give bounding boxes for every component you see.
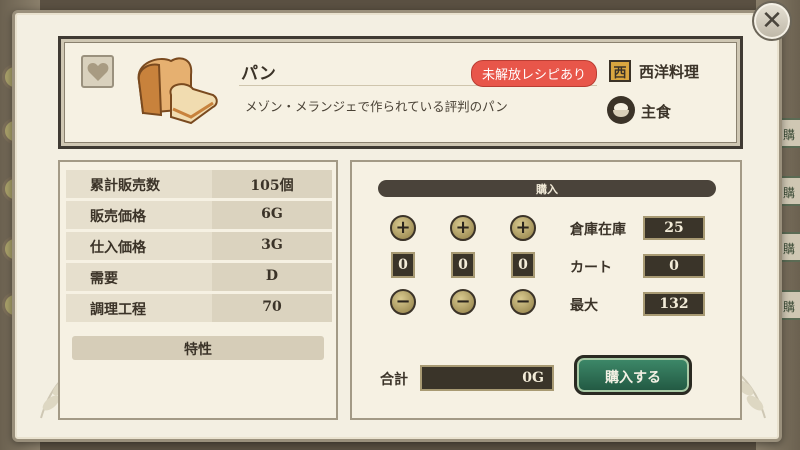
decrement-ones-button[interactable]: − [510,289,536,315]
purchase-panel: 購入 + + + 0 0 0 − − − 倉庫在庫 25 カート 0 最大 13… [350,160,742,420]
close-button[interactable]: ✕ [752,1,792,41]
quantity-digit-hundreds: 0 [391,252,415,278]
stat-label: 販売価格 [66,201,212,229]
stat-value: 6G [212,201,332,229]
rice-bowl-icon [607,96,635,124]
stat-value: D [212,263,332,291]
stat-value: 3G [212,232,332,260]
decrement-tens-button[interactable]: − [450,289,476,315]
item-description: メゾン・メランジェで作られている評判のパン [245,99,508,114]
increment-ones-button[interactable]: + [510,215,536,241]
category-icon: 西 [609,60,631,82]
max-value: 132 [643,292,705,316]
favorite-button[interactable] [81,55,114,88]
stat-label: 需要 [66,263,212,291]
stat-row: 仕入価格 3G [66,232,332,260]
food-type-label: 主食 [641,103,672,121]
quantity-digit-ones: 0 [511,252,535,278]
cart-value: 0 [643,254,705,278]
category-label: 西洋料理 [639,63,700,81]
quantity-digit-tens: 0 [451,252,475,278]
stat-label: 調理工程 [66,294,212,322]
increment-tens-button[interactable]: + [450,215,476,241]
stat-label: 仕入価格 [66,232,212,260]
warehouse-stock-label: 倉庫在庫 [570,222,626,238]
bread-icon [137,57,218,125]
total-value: 0G [420,365,554,391]
total-label: 合計 [380,372,408,388]
stat-label: 累計販売数 [66,170,212,198]
stat-row: 需要 D [66,263,332,291]
decrement-hundreds-button[interactable]: − [390,289,416,315]
heart-icon [87,62,108,81]
purchase-title: 購入 [378,180,716,197]
warehouse-stock-value: 25 [643,216,705,240]
cart-label: カート [570,260,612,276]
traits-header: 特性 [72,336,324,360]
stat-value: 105個 [212,170,332,198]
unreleased-recipe-badge: 未解放レシピあり [471,60,598,87]
stats-panel: 累計販売数 105個 販売価格 6G 仕入価格 3G 需要 D 調理工程 70 … [58,160,338,420]
item-name: パン [241,64,276,84]
buy-button[interactable]: 購入する [574,355,692,395]
max-label: 最大 [570,298,598,314]
stat-row: 調理工程 70 [66,294,332,322]
stat-row: 販売価格 6G [66,201,332,229]
item-header-card: パン 未解放レシピあり メゾン・メランジェで作られている評判のパン 西 西洋料理… [58,36,743,149]
stat-value: 70 [212,294,332,322]
increment-hundreds-button[interactable]: + [390,215,416,241]
stat-row: 累計販売数 105個 [66,170,332,198]
